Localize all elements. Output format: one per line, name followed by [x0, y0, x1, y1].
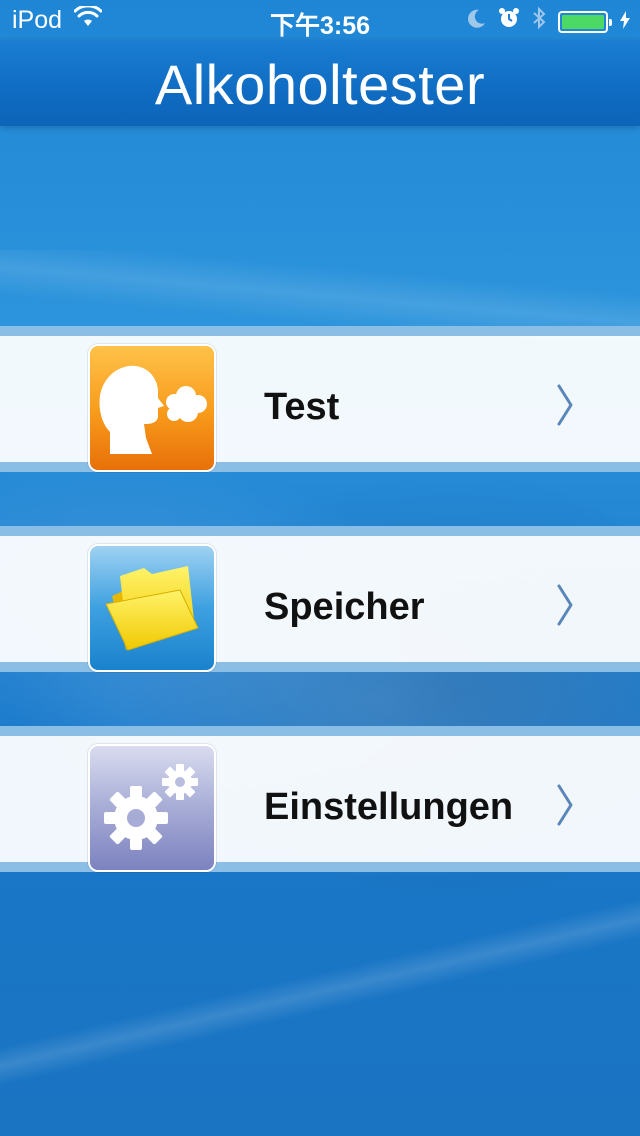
- nav-bar: Alkoholtester: [0, 40, 640, 126]
- menu-item-label: Test: [264, 386, 340, 428]
- bluetooth-icon: [532, 6, 546, 37]
- background-road: [0, 873, 640, 1107]
- menu-item-label: Einstellungen: [264, 786, 514, 828]
- menu-item-einstellungen[interactable]: Einstellungen: [0, 726, 640, 872]
- app-screen: iPod 下午3:56 Alkoholtester Test Speicher …: [0, 0, 640, 1136]
- alarm-icon: [498, 7, 520, 36]
- menu-item-label: Speicher: [264, 586, 425, 628]
- settings-gears-icon: [90, 746, 214, 870]
- charging-icon: [620, 7, 630, 36]
- menu-item-speicher[interactable]: Speicher: [0, 526, 640, 672]
- chevron-right-icon: [555, 782, 575, 828]
- status-bar: iPod 下午3:56: [0, 0, 640, 40]
- chevron-right-icon: [555, 382, 575, 428]
- status-right: [468, 6, 630, 37]
- page-title: Alkoholtester: [154, 53, 486, 116]
- breath-test-icon: [90, 346, 214, 470]
- chevron-right-icon: [555, 582, 575, 628]
- folder-icon: [90, 546, 214, 670]
- battery-icon: [558, 10, 612, 33]
- menu-item-test[interactable]: Test: [0, 326, 640, 472]
- battery-fill: [562, 14, 604, 29]
- moon-icon: [468, 7, 486, 36]
